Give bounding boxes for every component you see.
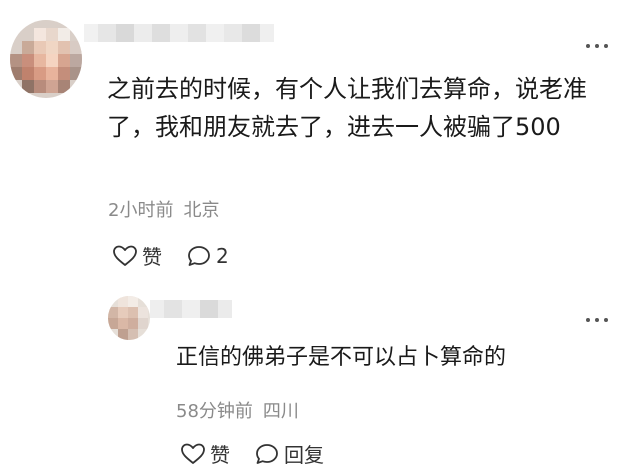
comment-body: 之前去的时候，有个人让我们去算命，说老准了，我和朋友就去了，进去一人被骗了500	[107, 75, 587, 141]
reply-actions: 赞 回复	[180, 439, 324, 468]
comment-time: 2小时前	[108, 200, 174, 221]
reply-button[interactable]: 回复	[254, 439, 324, 468]
reply-location: 四川	[262, 401, 299, 422]
reply-username-blurred[interactable]	[150, 300, 232, 318]
speech-bubble-icon	[254, 442, 280, 466]
reply-label: 回复	[284, 443, 324, 467]
comment-meta: 2小时前 北京	[108, 196, 219, 222]
reply-like-button[interactable]: 赞	[180, 439, 230, 468]
comment-actions: 赞 2	[112, 241, 229, 270]
reply-more-dots-icon[interactable]	[584, 308, 610, 330]
reply-body: 正信的佛弟子是不可以占卜算命的	[176, 345, 507, 370]
username-blurred[interactable]	[84, 24, 274, 42]
heart-outline-icon	[180, 442, 206, 466]
reply-meta: 58分钟前 四川	[176, 397, 299, 423]
like-label: 赞	[142, 245, 162, 269]
like-button[interactable]: 赞	[112, 241, 162, 270]
reply-time: 58分钟前	[176, 401, 253, 422]
reply-avatar[interactable]	[108, 296, 150, 340]
heart-outline-icon	[112, 244, 138, 268]
reply-count: 2	[216, 243, 229, 268]
comment-location: 北京	[183, 200, 220, 221]
reply-like-label: 赞	[210, 443, 230, 467]
more-dots-icon[interactable]	[584, 34, 610, 56]
comment-thread: 之前去的时候，有个人让我们去算命，说老准了，我和朋友就去了，进去一人被骗了500…	[0, 0, 640, 473]
avatar[interactable]	[10, 20, 82, 98]
speech-bubble-icon	[186, 244, 212, 268]
reply-count-button[interactable]: 2	[186, 244, 229, 268]
